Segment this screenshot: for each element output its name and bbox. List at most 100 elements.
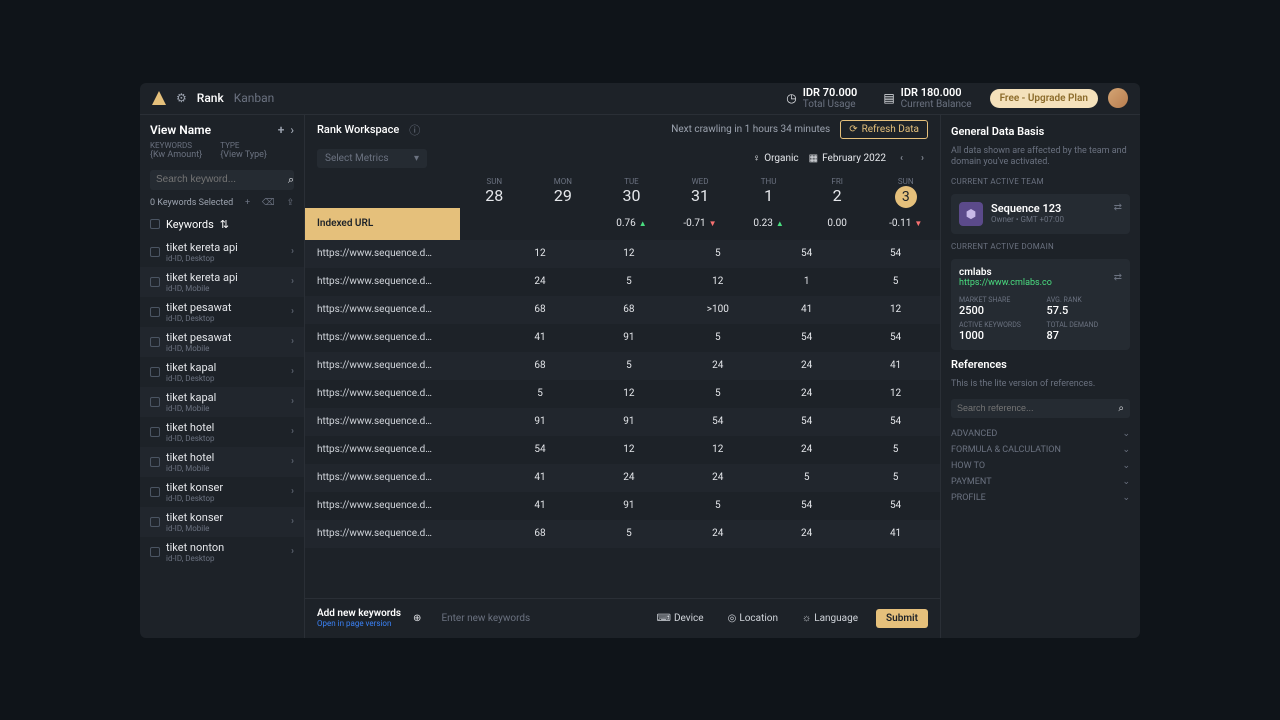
type-meta-label: TYPE: [220, 141, 267, 150]
general-data-desc: All data shown are affected by the team …: [951, 146, 1130, 169]
day-cell[interactable]: WED31: [666, 177, 735, 208]
keyword-checkbox[interactable]: [150, 367, 160, 377]
team-card[interactable]: ⬢ Sequence 123 Owner • GMT +07:00 ⇄: [951, 194, 1130, 234]
delete-icon[interactable]: ⌫: [262, 198, 275, 208]
month-picker[interactable]: ▦February 2022: [809, 153, 886, 164]
location-option[interactable]: ◎Location: [722, 613, 784, 624]
keywords-header: Keywords: [166, 218, 214, 231]
plus-icon: ⊕: [413, 613, 421, 624]
keyword-search-input[interactable]: [156, 174, 288, 185]
day-cell[interactable]: SUN3: [871, 177, 940, 208]
gear-icon[interactable]: ⚙: [176, 91, 187, 105]
day-of-week: MON: [529, 177, 598, 186]
keyword-checkbox[interactable]: [150, 247, 160, 257]
prev-month[interactable]: ‹: [896, 153, 907, 164]
keyword-name: tiket kapal: [166, 361, 285, 374]
device-option[interactable]: ⌨Device: [651, 613, 710, 624]
active-kw-label: ACTIVE KEYWORDS: [959, 321, 1035, 329]
organic-filter[interactable]: ♀Organic: [753, 153, 799, 164]
select-metrics[interactable]: Select Metrics ▾: [317, 149, 427, 168]
rank-cell: 12: [673, 444, 762, 455]
rank-cell: 91: [496, 416, 585, 427]
keyword-item[interactable]: tiket hotelid-ID, Mobile›: [140, 447, 304, 477]
keyword-checkbox[interactable]: [150, 277, 160, 287]
keyword-item[interactable]: tiket kereta apiid-ID, Desktop›: [140, 237, 304, 267]
keyword-item[interactable]: tiket kapalid-ID, Desktop›: [140, 357, 304, 387]
sort-icon[interactable]: ⇅: [220, 218, 229, 231]
url-cell[interactable]: https://www.sequence.d…: [305, 332, 460, 343]
url-cell[interactable]: https://www.sequence.d…: [305, 276, 460, 287]
refresh-button[interactable]: ⟳ Refresh Data: [840, 120, 928, 139]
keyword-checkbox[interactable]: [150, 397, 160, 407]
keyword-item[interactable]: tiket pesawatid-ID, Desktop›: [140, 297, 304, 327]
keyword-item[interactable]: tiket hotelid-ID, Desktop›: [140, 417, 304, 447]
url-cell[interactable]: https://www.sequence.d…: [305, 388, 460, 399]
day-cell[interactable]: FRI2: [803, 177, 872, 208]
rank-cell: 54: [673, 416, 762, 427]
chevron-right-icon[interactable]: ›: [290, 123, 294, 137]
language-option[interactable]: ☼Language: [796, 613, 864, 624]
add-view-icon[interactable]: +: [278, 123, 285, 137]
reference-search[interactable]: ⌕: [951, 399, 1130, 418]
export-icon[interactable]: ⇪: [286, 198, 294, 208]
keyword-name: tiket pesawat: [166, 331, 285, 344]
keyword-name: tiket konser: [166, 511, 285, 524]
keyword-item[interactable]: tiket kereta apiid-ID, Mobile›: [140, 267, 304, 297]
url-cell[interactable]: https://www.sequence.d…: [305, 304, 460, 315]
keyword-checkbox[interactable]: [150, 547, 160, 557]
sync-domain-icon[interactable]: ⇄: [1114, 272, 1122, 283]
rank-cell: 5: [851, 472, 940, 483]
keyword-item[interactable]: tiket kapalid-ID, Mobile›: [140, 387, 304, 417]
sync-team-icon[interactable]: ⇄: [1114, 202, 1122, 226]
url-cell[interactable]: https://www.sequence.d…: [305, 444, 460, 455]
reference-item[interactable]: HOW TO⌄: [951, 458, 1130, 474]
nav-rank[interactable]: Rank: [197, 91, 224, 105]
reference-item[interactable]: PAYMENT⌄: [951, 474, 1130, 490]
add-keywords-input[interactable]: Enter new keywords: [433, 613, 638, 624]
day-cell[interactable]: SUN28: [460, 177, 529, 208]
day-cell[interactable]: TUE30: [597, 177, 666, 208]
nav-kanban[interactable]: Kanban: [234, 91, 275, 105]
url-cell[interactable]: https://www.sequence.d…: [305, 500, 460, 511]
rank-cell: 12: [673, 276, 762, 287]
reference-item[interactable]: FORMULA & CALCULATION⌄: [951, 442, 1130, 458]
select-all-checkbox[interactable]: [150, 219, 160, 229]
keyword-checkbox[interactable]: [150, 427, 160, 437]
keyword-search[interactable]: ⌕: [150, 170, 294, 190]
keyword-meta: id-ID, Desktop: [166, 494, 285, 503]
reference-label: ADVANCED: [951, 429, 997, 439]
url-cell[interactable]: https://www.sequence.d…: [305, 472, 460, 483]
url-cell[interactable]: https://www.sequence.d…: [305, 528, 460, 539]
keyword-meta: id-ID, Mobile: [166, 524, 285, 533]
reference-search-input[interactable]: [957, 403, 1118, 413]
keyword-item[interactable]: tiket nontonid-ID, Desktop›: [140, 537, 304, 567]
keyword-item[interactable]: tiket konserid-ID, Desktop›: [140, 477, 304, 507]
keyword-checkbox[interactable]: [150, 487, 160, 497]
submit-button[interactable]: Submit: [876, 609, 928, 628]
kw-meta-label: KEYWORDS: [150, 141, 202, 150]
clock-icon: ◷: [786, 91, 796, 105]
chevron-down-icon: ⌄: [1122, 493, 1130, 503]
keyword-checkbox[interactable]: [150, 337, 160, 347]
calendar-icon: ▦: [809, 153, 818, 164]
keyword-item[interactable]: tiket pesawatid-ID, Mobile›: [140, 327, 304, 357]
avatar[interactable]: [1108, 88, 1128, 108]
add-keywords-link[interactable]: Open in page version: [317, 619, 401, 628]
info-icon[interactable]: ⓘ: [409, 122, 420, 138]
reference-item[interactable]: PROFILE⌄: [951, 490, 1130, 506]
reference-item[interactable]: ADVANCED⌄: [951, 426, 1130, 442]
day-cell[interactable]: MON29: [529, 177, 598, 208]
keyword-checkbox[interactable]: [150, 517, 160, 527]
url-cell[interactable]: https://www.sequence.d…: [305, 248, 460, 259]
domain-url[interactable]: https://www.cmlabs.co: [959, 278, 1052, 288]
keyword-checkbox[interactable]: [150, 307, 160, 317]
add-icon[interactable]: +: [245, 198, 250, 208]
rank-cell: 68: [496, 304, 585, 315]
day-cell[interactable]: THU1: [734, 177, 803, 208]
upgrade-button[interactable]: Free - Upgrade Plan: [990, 89, 1098, 108]
keyword-checkbox[interactable]: [150, 457, 160, 467]
url-cell[interactable]: https://www.sequence.d…: [305, 360, 460, 371]
keyword-item[interactable]: tiket konserid-ID, Mobile›: [140, 507, 304, 537]
next-month[interactable]: ›: [917, 153, 928, 164]
url-cell[interactable]: https://www.sequence.d…: [305, 416, 460, 427]
